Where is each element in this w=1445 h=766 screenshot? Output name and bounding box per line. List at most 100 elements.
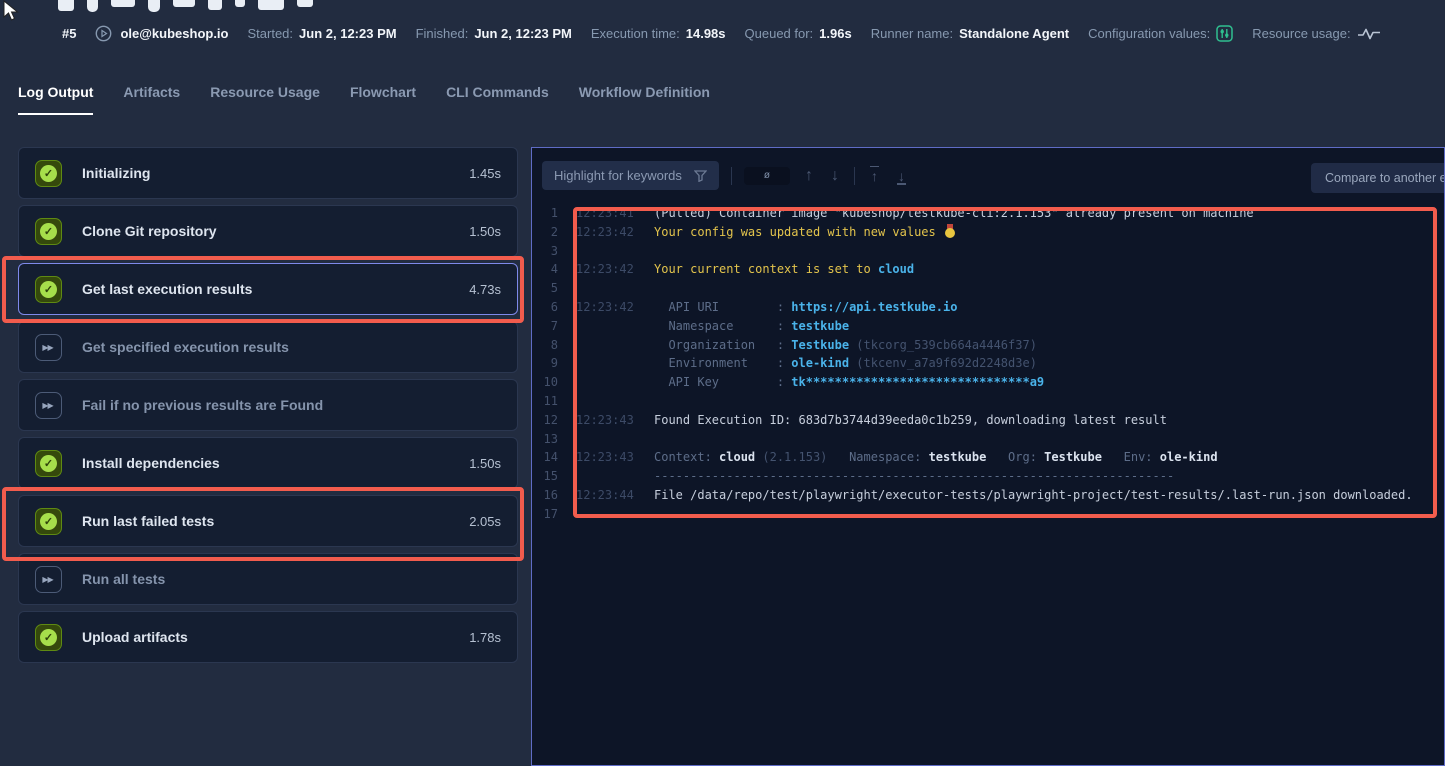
log-line-5: 5 (532, 279, 1444, 298)
tab-cli-commands[interactable]: CLI Commands (446, 84, 549, 115)
log-message: Your config was updated with new values (654, 223, 955, 242)
log-lines: 1 12:23:41 (Pulled) Container image "kubes… (532, 204, 1444, 524)
log-line-11: 11 (532, 392, 1444, 411)
execution-header: #5 ole@kubeshop.io Started:Jun 2, 12:23 … (62, 25, 1381, 42)
tab-log-output[interactable]: Log Output (18, 84, 93, 115)
highlight-keywords-label: Highlight for keywords (554, 168, 682, 183)
log-message: Your current context is set to cloud (654, 260, 914, 279)
next-match-icon[interactable]: ↓ (828, 167, 842, 185)
log-line-15: 15--------------------------------------… (532, 467, 1444, 486)
line-number: 15 (538, 467, 558, 486)
meta-label: Queued for: (745, 26, 814, 41)
tab-bar: Log Output Artifacts Resource Usage Flowcha… (18, 84, 710, 115)
header-meta-item-execution-time: Execution time:14.98s (591, 26, 726, 41)
meta-label: Runner name: (871, 26, 953, 41)
line-number: 11 (538, 392, 558, 411)
step-duration: 1.50s (469, 456, 501, 471)
meta-label: Started: (248, 26, 294, 41)
header-meta-item-configuration-values: Configuration values: (1088, 25, 1233, 42)
log-line-12: 1212:23:43Found Execution ID: 683d7b3744… (532, 411, 1444, 430)
log-timestamp (576, 354, 636, 373)
execution-details-page: { "annotation_color": "#f25c4d", "header… (0, 0, 1445, 766)
triggered-by: ole@kubeshop.io (95, 25, 228, 42)
page-title-clipped (58, 0, 313, 13)
step-duration: 1.50s (469, 224, 501, 239)
log-line-4: 412:23:42Your current context is set to … (532, 260, 1444, 279)
header-meta-item-resource-usage: Resource usage: (1252, 26, 1380, 41)
resource-usage-icon[interactable] (1357, 27, 1381, 41)
play-circle-icon (95, 25, 112, 42)
step-passed-check-icon: ✓ (35, 450, 62, 477)
line-number: 17 (538, 505, 558, 524)
step-label: Initializing (82, 165, 449, 181)
log-line-13: 13 (532, 430, 1444, 449)
log-timestamp (576, 392, 636, 411)
toolbar-divider (854, 167, 855, 185)
step-initializing[interactable]: ✓Initializing1.45s (18, 147, 518, 199)
log-line-16: 1612:23:44File /data/repo/test/playwrigh… (532, 486, 1444, 505)
step-fail-if-no-previous-results-are-found[interactable]: ▶▶Fail if no previous results are Found (18, 379, 518, 431)
step-run-last-failed-tests[interactable]: ✓Run last failed tests2.05s (18, 495, 518, 547)
line-number: 14 (538, 448, 558, 467)
meta-label: Finished: (416, 26, 469, 41)
step-duration: 1.78s (469, 630, 501, 645)
step-get-specified-execution-results[interactable]: ▶▶Get specified execution results (18, 321, 518, 373)
log-timestamp (576, 467, 636, 486)
step-upload-artifacts[interactable]: ✓ Upload artifacts 1.78s (18, 611, 518, 663)
log-timestamp (576, 336, 636, 355)
configuration-values-icon[interactable] (1216, 25, 1233, 42)
log-line-6: 612:23:42 API URI : https://api.testkube… (532, 298, 1444, 317)
header-meta-item-queued-for: Queued for: 1.96s (745, 26, 852, 41)
medal-icon (945, 224, 955, 238)
log-message: API Key : tk****************************… (654, 373, 1044, 392)
tab-resource-usage[interactable]: Resource Usage (210, 84, 320, 115)
highlight-keywords-dropdown[interactable]: Highlight for keywords (542, 161, 719, 190)
meta-value: Jun 2, 12:23 PM (299, 26, 397, 41)
user-email: ole@kubeshop.io (120, 26, 228, 41)
tab-workflow-definition[interactable]: Workflow Definition (579, 84, 710, 115)
log-message: Environment : ole-kind (tkcenv_a7a9f692d… (654, 354, 1037, 373)
step-duration: 4.73s (469, 282, 501, 297)
header-meta-items: Started: Jun 2, 12:23 PM Finished: Jun 2, 1… (248, 25, 1381, 42)
step-passed-check-icon: ✓ (35, 624, 62, 651)
log-timestamp: 12:23:41 (576, 204, 636, 223)
log-line-3: 3 (532, 242, 1444, 261)
match-count-badge: ø (744, 167, 790, 185)
log-timestamp: 12:23:43 (576, 448, 636, 467)
tab-flowchart[interactable]: Flowchart (350, 84, 416, 115)
scroll-to-top-icon[interactable]: ↑ (867, 168, 882, 184)
meta-value: Jun 2, 12:23 PM (474, 26, 572, 41)
step-clone-git-repository[interactable]: ✓Clone Git repository1.50s (18, 205, 518, 257)
log-timestamp: 12:23:42 (576, 223, 636, 242)
log-message: (Pulled) Container image "kubeshop/testk… (654, 204, 1254, 223)
line-number: 7 (538, 317, 558, 336)
header-meta-item-started: Started: Jun 2, 12:23 PM (248, 26, 397, 41)
step-passed-check-icon: ✓ (35, 218, 62, 245)
step-label: Run all tests (82, 571, 481, 587)
step-label: Install dependencies (82, 455, 449, 471)
mouse-cursor (1, 0, 23, 24)
log-line-2: 212:23:42Your config was updated with ne… (532, 223, 1444, 242)
line-number: 1 (538, 204, 558, 223)
line-number: 3 (538, 242, 558, 261)
step-skipped-icon: ▶▶ (35, 334, 62, 361)
line-number: 4 (538, 260, 558, 279)
step-run-all-tests[interactable]: ▶▶Run all tests (18, 553, 518, 605)
step-passed-check-icon: ✓ (35, 508, 62, 535)
filter-funnel-icon (694, 170, 707, 182)
scroll-to-bottom-icon[interactable]: ↓ (894, 168, 909, 184)
meta-label: Execution time: (591, 26, 680, 41)
step-get-last-execution-results[interactable]: ✓Get last execution results4.73s (18, 263, 518, 315)
step-label: Upload artifacts (82, 629, 449, 645)
compare-to-another-execution-button[interactable]: Compare to another exe (1311, 163, 1445, 193)
log-timestamp (576, 279, 636, 298)
log-output-panel: Highlight for keywords ø ↑ ↓ ↑ ↓ Compare… (531, 147, 1445, 766)
log-line-8: 8 Organization : Testkube (tkcorg_539cb6… (532, 336, 1444, 355)
step-install-dependencies[interactable]: ✓ Install dependencies 1.50s (18, 437, 518, 489)
tab-artifacts[interactable]: Artifacts (123, 84, 180, 115)
previous-match-icon[interactable]: ↑ (802, 167, 816, 185)
meta-label: Configuration values: (1088, 26, 1210, 41)
line-number: 10 (538, 373, 558, 392)
meta-value: 1.96s (819, 26, 852, 41)
step-passed-check-icon: ✓ (35, 160, 62, 187)
